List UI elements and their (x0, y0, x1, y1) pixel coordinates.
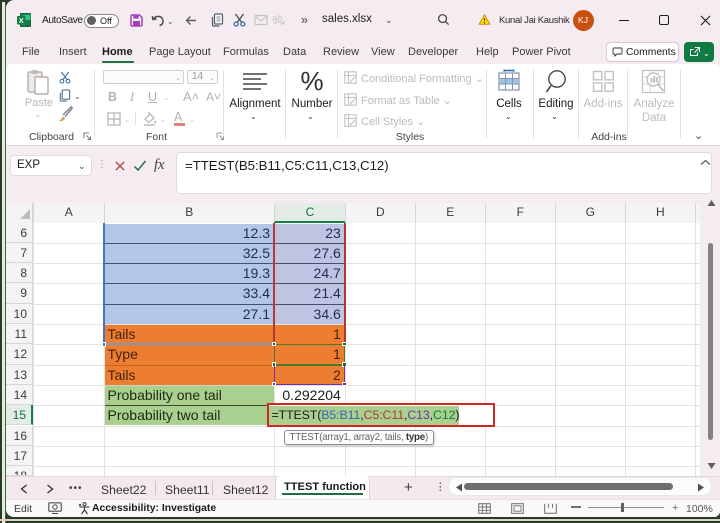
svg-text:%: % (300, 68, 323, 94)
svg-text:X: X (19, 16, 24, 25)
